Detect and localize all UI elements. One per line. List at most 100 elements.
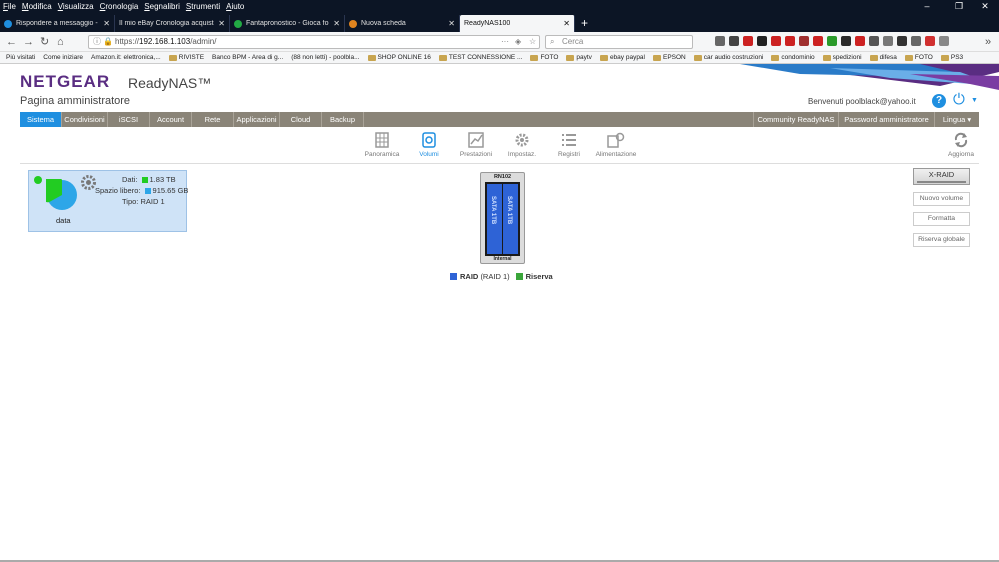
power-icon[interactable]: ⏻ <box>953 92 969 108</box>
nav-account[interactable]: Account <box>150 112 192 127</box>
nav-community[interactable]: Community ReadyNAS <box>753 112 839 127</box>
reload-icon[interactable]: ↻ <box>40 36 49 48</box>
subnav-impostaz[interactable]: Impostaz. <box>499 132 545 158</box>
nav-iscsi[interactable]: iSCSI <box>108 112 150 127</box>
bookmark-folder[interactable]: paytv <box>566 54 592 61</box>
extension-icon[interactable] <box>925 36 935 46</box>
bookmark-folder[interactable]: EPSON <box>653 54 686 61</box>
disk-2[interactable]: SATA 1TB <box>503 184 518 254</box>
sidebar-icon[interactable] <box>729 36 739 46</box>
youtube-icon[interactable] <box>813 36 823 46</box>
close-tab-icon[interactable]: ✕ <box>218 19 225 28</box>
extension-icon[interactable] <box>827 36 837 46</box>
tab-nuova-scheda[interactable]: Nuova scheda ✕ <box>345 15 460 32</box>
search-input[interactable]: ⌕ Cerca <box>545 35 693 49</box>
close-window-icon[interactable]: ✕ <box>971 0 999 13</box>
nav-condivisioni[interactable]: Condivisioni <box>62 112 108 127</box>
nav-rete[interactable]: Rete <box>192 112 234 127</box>
bookmark-folder[interactable]: car audio costruzioni <box>693 54 763 61</box>
tab-ebay[interactable]: Il mio eBay Cronologia acquisti ✕ <box>115 15 230 32</box>
help-icon[interactable]: ? <box>932 94 946 108</box>
nav-backup[interactable]: Backup <box>322 112 364 127</box>
menu-aiuto[interactable]: Aiuto <box>226 2 244 11</box>
format-button[interactable]: Formatta <box>913 212 970 226</box>
bookmark-folder[interactable]: difesa <box>869 54 897 61</box>
bookmark-folder[interactable]: spedizioni <box>822 54 862 61</box>
nav-password[interactable]: Password amministratore <box>839 112 935 127</box>
bookmark-folder[interactable]: RIVISTE <box>168 54 204 61</box>
more-actions-icon[interactable]: ··· <box>501 36 509 48</box>
bookmark-folder[interactable]: FOTO <box>530 54 558 61</box>
tab-fantapronostico[interactable]: Fantapronostico - Gioca for fun ✕ <box>230 15 345 32</box>
bookmark-folder[interactable]: PS3 <box>940 54 963 61</box>
spare-label: Riserva <box>525 272 553 281</box>
adblock-icon[interactable] <box>743 36 753 46</box>
bookmark-item[interactable]: Più visitati <box>6 54 35 61</box>
extension-icon[interactable] <box>855 36 865 46</box>
minimize-icon[interactable]: – <box>913 0 941 13</box>
subnav-alimentazione[interactable]: Alimentazione <box>593 132 639 158</box>
global-spare-button[interactable]: Riserva globale <box>913 233 970 247</box>
nav-sistema[interactable]: Sistema <box>20 112 62 127</box>
bookmark-item[interactable]: Banco BPM - Area di g... <box>212 54 283 61</box>
menu-visualizza[interactable]: Visualizza <box>58 2 94 11</box>
search-icon: ⌕ <box>550 37 555 46</box>
extension-icon[interactable] <box>799 36 809 46</box>
menu-cronologia[interactable]: Cronologia <box>100 2 139 11</box>
menu-strumenti[interactable]: Strumenti <box>186 2 220 11</box>
home-icon[interactable]: ⌂ <box>57 36 64 48</box>
bookmark-item[interactable]: (88 non letti) - poolbla... <box>291 54 359 61</box>
extension-icon[interactable] <box>785 36 795 46</box>
nav-lingua[interactable]: Lingua ▾ <box>935 112 979 127</box>
address-bar[interactable]: ⓘ 🔒 https://192.168.1.103/admin/ ··· ◈ ☆ <box>88 35 540 49</box>
extension-icon[interactable] <box>939 36 949 46</box>
bookmark-item[interactable]: Amazon.it: elettronica,... <box>91 54 161 61</box>
volume-card[interactable]: data Dati: 1.83 TB Spazio libero: 915.65… <box>28 170 188 232</box>
back-icon[interactable]: ← <box>6 36 17 48</box>
subnav-panoramica[interactable]: Panoramica <box>359 132 405 158</box>
subnav-registri[interactable]: Registri <box>546 132 592 158</box>
info-icon[interactable]: ⓘ <box>93 36 101 48</box>
extension-icon[interactable] <box>883 36 893 46</box>
bookmark-star-icon[interactable]: ☆ <box>529 36 536 48</box>
tab-rispondere[interactable]: Rispondere a messaggio - NET ✕ <box>0 15 115 32</box>
tab-readynas[interactable]: ReadyNAS100 ✕ <box>460 15 575 32</box>
nav-cloud[interactable]: Cloud <box>280 112 322 127</box>
overflow-menu-icon[interactable]: » <box>985 36 991 48</box>
bookmark-folder[interactable]: ebay paypal <box>599 54 645 61</box>
subnav-volumi[interactable]: Volumi <box>406 132 452 158</box>
extension-icon[interactable] <box>841 36 851 46</box>
subnav-prestazioni[interactable]: Prestazioni <box>453 132 499 158</box>
bookmark-folder[interactable]: SHOP ONLINE 16 <box>367 54 431 61</box>
extension-icon[interactable] <box>869 36 879 46</box>
extension-icon[interactable] <box>897 36 907 46</box>
extension-icon[interactable] <box>911 36 921 46</box>
nav-applicazioni[interactable]: Applicazioni <box>234 112 280 127</box>
disk-1[interactable]: SATA 1TB <box>487 184 502 254</box>
tab-bar: Rispondere a messaggio - NET ✕ Il mio eB… <box>0 13 999 32</box>
menu-file[interactable]: File <box>3 2 16 11</box>
close-tab-icon[interactable]: ✕ <box>563 19 570 28</box>
close-tab-icon[interactable]: ✕ <box>103 19 110 28</box>
nas-enclosure[interactable]: RN102 SATA 1TB SATA 1TB Internal <box>480 172 525 264</box>
forward-icon[interactable]: → <box>23 36 34 48</box>
bookmark-folder[interactable]: TEST CONNESSIONE ... <box>438 54 522 61</box>
restore-icon[interactable]: ❐ <box>945 0 973 13</box>
menu-modifica[interactable]: Modifica <box>22 2 52 11</box>
menu-segnalibri[interactable]: Segnalibri <box>144 2 180 11</box>
bookmark-item[interactable]: Come iniziare <box>43 54 83 61</box>
bookmark-folder[interactable]: FOTO <box>904 54 933 61</box>
disk-icon <box>422 132 436 148</box>
pocket-icon[interactable]: ◈ <box>515 36 521 48</box>
new-tab-icon[interactable]: + <box>581 16 588 30</box>
xraid-toggle[interactable]: X-RAID <box>913 168 970 185</box>
refresh-button[interactable]: Aggiorna <box>946 132 976 158</box>
extension-icon[interactable] <box>757 36 767 46</box>
close-tab-icon[interactable]: ✕ <box>448 19 455 28</box>
library-icon[interactable] <box>715 36 725 46</box>
new-volume-button[interactable]: Nuovo volume <box>913 192 970 206</box>
shield-icon[interactable] <box>771 36 781 46</box>
chevron-down-icon[interactable]: ▼ <box>971 97 978 104</box>
bookmark-folder[interactable]: condominio <box>771 54 815 61</box>
close-tab-icon[interactable]: ✕ <box>333 19 340 28</box>
